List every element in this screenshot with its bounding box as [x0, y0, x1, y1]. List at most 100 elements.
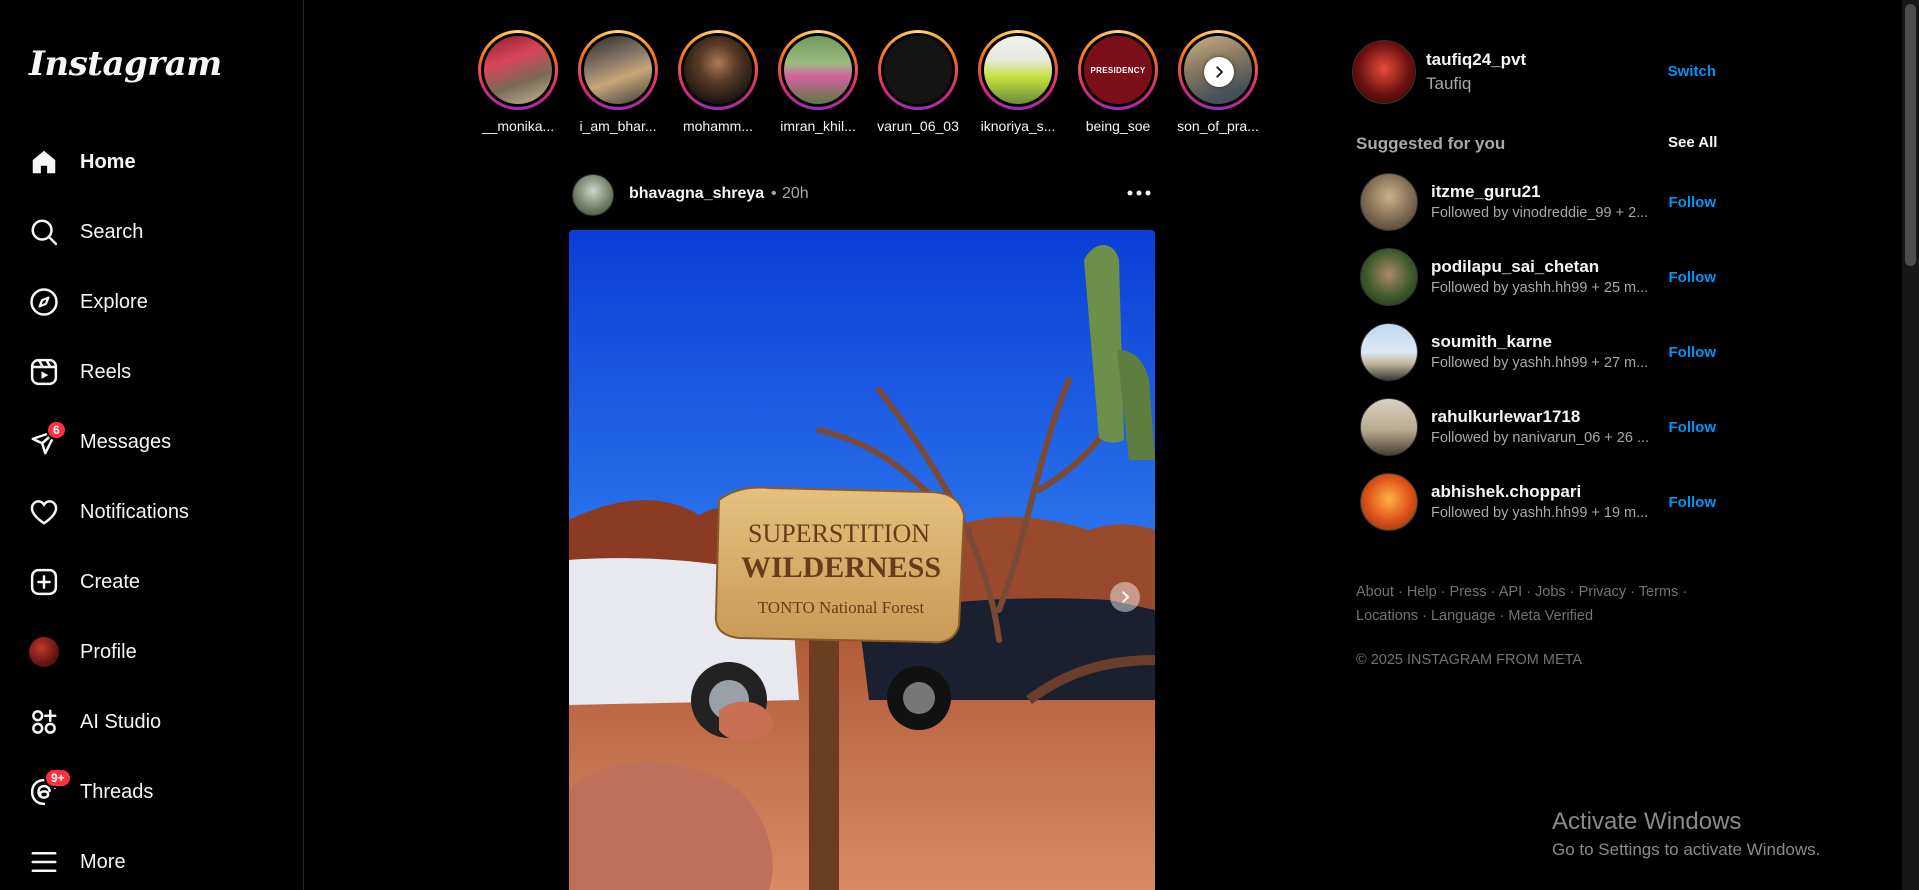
story-username: varun_06_03: [877, 118, 959, 134]
footer-link-meta-verified[interactable]: Meta Verified: [1508, 608, 1593, 624]
nav-explore-label: Explore: [80, 290, 148, 313]
story-username: mohamm...: [682, 118, 753, 134]
nav-create[interactable]: Create: [28, 558, 278, 606]
sidebar: Instagram Home Search Explore Reels 6 Me…: [0, 0, 304, 890]
suggestion-row: itzme_guru21 Followed by vinodreddie_99 …: [1360, 173, 1716, 231]
nav-profile-label: Profile: [80, 640, 137, 663]
suggestion-username[interactable]: abhishek.choppari: [1431, 482, 1581, 502]
suggestion-username[interactable]: podilapu_sai_chetan: [1431, 257, 1599, 277]
footer-separator: ·: [1422, 608, 1427, 624]
reels-icon: [28, 356, 60, 388]
nav-threads[interactable]: 9+ Threads: [28, 768, 278, 816]
story-item[interactable]: PRESIDENCY being_soe: [1070, 30, 1166, 134]
threads-icon: 9+: [28, 768, 72, 808]
nav-more[interactable]: More: [28, 838, 278, 886]
footer-separator: ·: [1682, 584, 1688, 600]
windows-activation-watermark: Activate Windows Go to Settings to activ…: [1552, 808, 1820, 860]
post-author-username[interactable]: bhavagna_shreya: [629, 185, 764, 203]
story-item[interactable]: iknoriya_s...: [970, 30, 1066, 134]
post-header: bhavagna_shreya • 20h: [572, 174, 1154, 216]
post-media-next-button[interactable]: [1110, 582, 1140, 612]
footer-separator: ·: [1630, 584, 1635, 600]
nav-ai-studio-label: AI Studio: [80, 710, 162, 733]
footer-link-jobs[interactable]: Jobs: [1535, 584, 1566, 600]
footer-link-about[interactable]: About: [1356, 584, 1394, 600]
follow-button[interactable]: Follow: [1669, 494, 1717, 511]
story-username: iknoriya_s...: [980, 118, 1056, 134]
nav-notifications-label: Notifications: [80, 500, 189, 523]
footer-link-terms[interactable]: Terms: [1639, 584, 1678, 600]
stories-next-button[interactable]: [1204, 57, 1234, 87]
suggestion-avatar[interactable]: [1360, 173, 1418, 231]
copyright-text: © 2025 INSTAGRAM FROM META: [1356, 652, 1583, 668]
footer-links: About · Help · Press · API · Jobs · Priv…: [1356, 580, 1696, 628]
suggestion-avatar[interactable]: [1360, 398, 1418, 456]
nav-home[interactable]: Home: [28, 138, 278, 186]
see-all-link[interactable]: See All: [1668, 134, 1717, 151]
story-username: son_of_pra...: [1177, 118, 1259, 134]
story-item[interactable]: imran_khil...: [770, 30, 866, 134]
nav-messages[interactable]: 6 Messages: [28, 418, 278, 466]
threads-badge: 9+: [44, 768, 72, 788]
footer-link-help[interactable]: Help: [1407, 584, 1437, 600]
footer-link-privacy[interactable]: Privacy: [1579, 584, 1627, 600]
suggestion-username[interactable]: itzme_guru21: [1431, 182, 1541, 202]
search-icon: [28, 216, 60, 248]
post-timestamp[interactable]: 20h: [782, 185, 809, 203]
follow-button[interactable]: Follow: [1669, 269, 1717, 286]
footer-link-locations[interactable]: Locations: [1356, 608, 1418, 624]
post-options-button[interactable]: [1124, 178, 1154, 208]
nav-search[interactable]: Search: [28, 208, 278, 256]
current-user-username[interactable]: taufiq24_pvt: [1426, 50, 1526, 70]
suggestion-avatar[interactable]: [1360, 323, 1418, 381]
nav-profile[interactable]: Profile: [28, 628, 278, 676]
story-item[interactable]: __monika...: [470, 30, 566, 134]
suggestion-followed-by: Followed by yashh.hh99 + 19 m...: [1431, 505, 1649, 521]
story-item[interactable]: mohamm...: [670, 30, 766, 134]
post-author-avatar[interactable]: [572, 174, 614, 216]
instagram-logo[interactable]: Instagram: [29, 44, 222, 84]
heart-icon: [28, 496, 60, 528]
suggestion-followed-by: Followed by yashh.hh99 + 27 m...: [1431, 355, 1649, 371]
suggestion-username[interactable]: soumith_karne: [1431, 332, 1552, 352]
suggestion-avatar[interactable]: [1360, 248, 1418, 306]
post-separator: •: [771, 185, 777, 202]
follow-button[interactable]: Follow: [1669, 194, 1717, 211]
footer-separator: ·: [1440, 584, 1446, 600]
scrollbar-thumb[interactable]: [1905, 4, 1916, 266]
suggestion-followed-by: Followed by yashh.hh99 + 25 m...: [1431, 280, 1649, 296]
nav-reels[interactable]: Reels: [28, 348, 278, 396]
story-avatar: PRESIDENCY: [1084, 36, 1152, 104]
more-dots-icon: [1127, 190, 1151, 196]
footer-link-press[interactable]: Press: [1450, 584, 1487, 600]
story-username: being_soe: [1085, 118, 1151, 134]
follow-button[interactable]: Follow: [1669, 419, 1717, 436]
follow-button[interactable]: Follow: [1669, 344, 1717, 361]
compass-icon: [28, 286, 60, 318]
ai-studio-icon: [28, 706, 60, 738]
story-item[interactable]: varun_06_03: [870, 30, 966, 134]
sign-line-2: WILDERNESS: [741, 551, 941, 584]
suggestion-followed-by: Followed by vinodreddie_99 + 2...: [1431, 205, 1649, 221]
suggestion-username[interactable]: rahulkurlewar1718: [1431, 407, 1580, 427]
suggestion-avatar[interactable]: [1360, 473, 1418, 531]
footer-separator: ·: [1499, 608, 1505, 624]
switch-account-button[interactable]: Switch: [1668, 63, 1716, 80]
nav-notifications[interactable]: Notifications: [28, 488, 278, 536]
nav-create-label: Create: [80, 570, 141, 593]
suggestion-row: podilapu_sai_chetan Followed by yashh.hh…: [1360, 248, 1716, 306]
footer-link-api[interactable]: API: [1499, 584, 1522, 600]
suggestion-row: soumith_karne Followed by yashh.hh99 + 2…: [1360, 323, 1716, 381]
current-user-card: taufiq24_pvt Taufiq Switch: [1352, 40, 1716, 104]
nav-ai-studio[interactable]: AI Studio: [28, 698, 278, 746]
home-icon: [28, 146, 60, 178]
chevron-right-icon: [1122, 591, 1129, 603]
story-item[interactable]: i_am_bhar...: [570, 30, 666, 134]
footer-link-language[interactable]: Language: [1431, 608, 1496, 624]
nav-reels-label: Reels: [80, 360, 132, 383]
nav-explore[interactable]: Explore: [28, 278, 278, 326]
page-scrollbar[interactable]: [1902, 0, 1919, 890]
post-image[interactable]: SUPERSTITION WILDERNESS TONTO National F…: [569, 230, 1155, 890]
chevron-right-icon: [1216, 66, 1223, 78]
current-user-avatar[interactable]: [1352, 40, 1416, 104]
